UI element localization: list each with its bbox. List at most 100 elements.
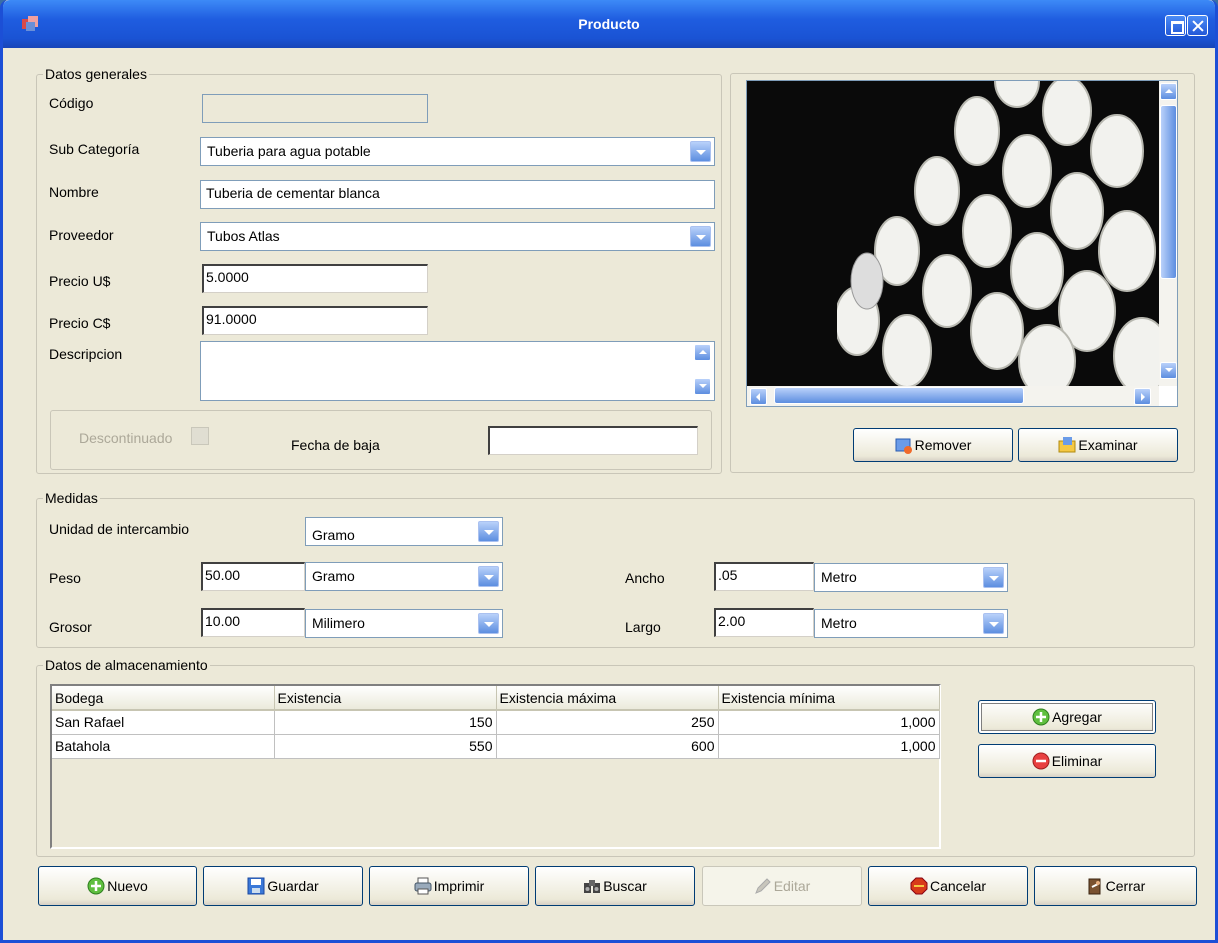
search-button[interactable]: Buscar bbox=[535, 866, 695, 906]
image-hscrollbar[interactable] bbox=[747, 386, 1159, 406]
grosor-field[interactable]: 10.00 bbox=[201, 608, 305, 637]
browse-image-label: Examinar bbox=[1078, 437, 1138, 453]
ancho-label: Ancho bbox=[625, 570, 665, 586]
delete-storage-button[interactable]: Eliminar bbox=[978, 744, 1156, 778]
remove-image-button[interactable]: Remover bbox=[853, 428, 1013, 462]
cell-existencia-maxima[interactable]: 600 bbox=[496, 734, 719, 759]
storage-table[interactable]: Bodega Existencia Existencia máxima Exis… bbox=[52, 686, 940, 759]
image-hscroll-thumb[interactable] bbox=[774, 387, 1024, 404]
cancel-stop-icon bbox=[910, 877, 928, 895]
ancho-unit-value: Metro bbox=[821, 569, 857, 585]
close-form-button[interactable]: Cerrar bbox=[1034, 866, 1197, 906]
peso-unit-value: Gramo bbox=[312, 568, 355, 584]
grosor-unit-select[interactable]: Milimero bbox=[305, 609, 503, 638]
chevron-down-icon[interactable] bbox=[983, 567, 1004, 588]
codigo-label: Código bbox=[49, 95, 94, 111]
ancho-field[interactable]: .05 bbox=[714, 562, 814, 591]
nombre-label: Nombre bbox=[49, 184, 99, 200]
column-header-existencia-maxima[interactable]: Existencia máxima bbox=[496, 686, 719, 711]
grosor-label: Grosor bbox=[49, 619, 92, 635]
new-label: Nuevo bbox=[107, 878, 148, 894]
desc-scroll-up[interactable] bbox=[694, 344, 711, 361]
cancel-label: Cancelar bbox=[929, 878, 987, 894]
peso-field[interactable]: 50.00 bbox=[201, 562, 305, 591]
precio-usd-field[interactable]: 5.0000 bbox=[202, 264, 428, 293]
close-button[interactable] bbox=[1187, 15, 1208, 36]
largo-unit-value: Metro bbox=[821, 615, 857, 631]
largo-unit-select[interactable]: Metro bbox=[814, 609, 1008, 638]
remove-image-label: Remover bbox=[914, 437, 972, 453]
codigo-field[interactable] bbox=[202, 94, 428, 123]
chevron-down-icon[interactable] bbox=[478, 566, 499, 587]
cell-bodega[interactable]: San Rafael bbox=[52, 710, 275, 735]
subcategoria-select[interactable]: Tuberia para agua potable bbox=[200, 137, 715, 166]
image-vscrollbar[interactable] bbox=[1159, 81, 1177, 386]
general-data-legend: Datos generales bbox=[45, 66, 147, 82]
delete-storage-label: Eliminar bbox=[1051, 753, 1103, 769]
fecha-baja-field[interactable] bbox=[488, 426, 698, 455]
image-scroll-left[interactable] bbox=[750, 388, 767, 405]
chevron-down-icon[interactable] bbox=[690, 141, 711, 162]
descripcion-label: Descripcion bbox=[49, 346, 123, 362]
image-scroll-right[interactable] bbox=[1134, 388, 1151, 405]
cell-existencia[interactable]: 150 bbox=[274, 710, 497, 735]
column-header-bodega[interactable]: Bodega bbox=[52, 686, 275, 711]
chevron-down-icon[interactable] bbox=[478, 521, 499, 542]
unidad-label: Unidad de intercambio bbox=[49, 521, 190, 537]
column-header-existencia[interactable]: Existencia bbox=[274, 686, 497, 711]
product-photo-image bbox=[747, 81, 1159, 386]
grosor-unit-value: Milimero bbox=[312, 615, 365, 631]
add-icon bbox=[1032, 708, 1050, 726]
cell-existencia-maxima[interactable]: 250 bbox=[496, 710, 719, 735]
cell-existencia[interactable]: 550 bbox=[274, 734, 497, 759]
search-label: Buscar bbox=[603, 878, 647, 894]
new-button[interactable]: Nuevo bbox=[38, 866, 197, 906]
image-scroll-up[interactable] bbox=[1160, 83, 1177, 100]
descontinuado-checkbox[interactable] bbox=[191, 427, 209, 445]
largo-field[interactable]: 2.00 bbox=[714, 608, 814, 637]
product-window: Producto Datos generales Código Sub Cate… bbox=[0, 0, 1218, 943]
largo-label: Largo bbox=[625, 619, 661, 635]
peso-unit-select[interactable]: Gramo bbox=[305, 562, 503, 591]
nombre-field[interactable]: Tuberia de cementar blanca bbox=[200, 180, 715, 209]
chevron-down-icon[interactable] bbox=[983, 613, 1004, 634]
exit-door-icon bbox=[1086, 877, 1104, 895]
browse-image-button[interactable]: Examinar bbox=[1018, 428, 1178, 462]
unidad-select[interactable]: Gramo bbox=[305, 517, 503, 546]
proveedor-select[interactable]: Tubos Atlas bbox=[200, 222, 715, 251]
proveedor-label: Proveedor bbox=[49, 227, 114, 243]
storage-legend: Datos de almacenamiento bbox=[45, 657, 208, 673]
image-vscroll-thumb[interactable] bbox=[1160, 105, 1177, 279]
subcategoria-value: Tuberia para agua potable bbox=[207, 143, 371, 159]
cell-existencia-minima[interactable]: 1,000 bbox=[718, 710, 940, 735]
table-row[interactable]: Batahola 550 600 1,000 bbox=[52, 734, 940, 759]
remove-icon bbox=[1032, 752, 1050, 770]
table-row[interactable]: San Rafael 150 250 1,000 bbox=[52, 710, 940, 735]
image-scroll-down[interactable] bbox=[1160, 362, 1177, 379]
cancel-button[interactable]: Cancelar bbox=[868, 866, 1028, 906]
chevron-down-icon[interactable] bbox=[690, 226, 711, 247]
cell-bodega[interactable]: Batahola bbox=[52, 734, 275, 759]
subcategoria-label: Sub Categoría bbox=[49, 141, 140, 157]
folder-icon bbox=[1058, 436, 1076, 454]
add-icon bbox=[87, 877, 105, 895]
descontinuado-label: Descontinuado bbox=[79, 430, 173, 446]
remove-image-icon bbox=[895, 436, 913, 454]
desc-scroll-down[interactable] bbox=[694, 378, 711, 395]
precio-cs-field[interactable]: 91.0000 bbox=[202, 306, 428, 335]
column-header-existencia-minima[interactable]: Existencia mínima bbox=[718, 686, 940, 711]
print-button[interactable]: Imprimir bbox=[369, 866, 529, 906]
maximize-button[interactable] bbox=[1165, 15, 1186, 36]
ancho-unit-select[interactable]: Metro bbox=[814, 563, 1008, 592]
cell-existencia-minima[interactable]: 1,000 bbox=[718, 734, 940, 759]
precio-cs-label: Precio C$ bbox=[49, 315, 111, 331]
add-storage-button[interactable]: Agregar bbox=[978, 700, 1156, 734]
chevron-down-icon[interactable] bbox=[478, 613, 499, 634]
save-label: Guardar bbox=[267, 878, 319, 894]
edit-button[interactable]: Editar bbox=[702, 866, 862, 906]
descripcion-textarea[interactable] bbox=[200, 341, 715, 401]
storage-table-container: Bodega Existencia Existencia máxima Exis… bbox=[50, 684, 941, 849]
title-bar[interactable]: Producto bbox=[3, 0, 1215, 48]
save-button[interactable]: Guardar bbox=[203, 866, 363, 906]
close-form-label: Cerrar bbox=[1105, 878, 1146, 894]
